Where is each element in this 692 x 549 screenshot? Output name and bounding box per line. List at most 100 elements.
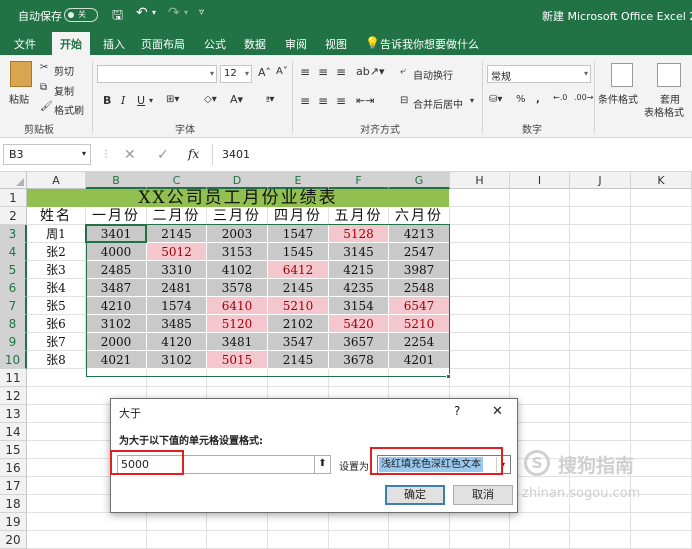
borders-icon[interactable]: ⊞▾ (166, 94, 179, 105)
tab-review[interactable]: 审阅 (285, 36, 307, 52)
value-cell[interactable]: 4120 (147, 333, 207, 351)
row-header-8[interactable]: 8 (0, 315, 27, 333)
value-cell[interactable]: 3102 (147, 351, 207, 369)
percent-button[interactable]: % (516, 94, 526, 105)
value-cell[interactable]: 3145 (329, 243, 389, 261)
value-cell[interactable]: 2000 (86, 333, 147, 351)
align-top-icon[interactable]: ≡ (300, 65, 310, 79)
value-cell[interactable]: 1547 (268, 225, 329, 243)
value-cell[interactable]: 2102 (268, 315, 329, 333)
paste-button[interactable]: 粘贴 (9, 91, 29, 106)
formula-input[interactable]: 3401 (222, 148, 250, 161)
collapse-dialog-icon[interactable]: ⬆ (314, 456, 330, 473)
copy-button[interactable]: 复制 (54, 83, 74, 98)
row-header-6[interactable]: 6 (0, 279, 27, 297)
name-cell[interactable]: 张5 (27, 297, 86, 315)
decrease-font-icon[interactable]: A˅ (276, 66, 288, 77)
tab-data[interactable]: 数据 (244, 36, 266, 52)
value-cell[interactable]: 3310 (147, 261, 207, 279)
decrease-decimal-icon[interactable]: .00→ (574, 93, 593, 102)
indent-icon[interactable]: ⇤⇥ (356, 94, 374, 107)
insert-function-icon[interactable]: fx (188, 147, 199, 161)
value-cell[interactable]: 6410 (207, 297, 268, 315)
value-cell[interactable]: 2485 (86, 261, 147, 279)
value-cell[interactable]: 4210 (86, 297, 147, 315)
value-cell[interactable]: 5210 (389, 315, 450, 333)
table-format-button-line2[interactable]: 表格格式 (644, 104, 684, 119)
align-bottom-icon[interactable]: ≡ (336, 65, 346, 79)
value-cell[interactable]: 3401 (86, 225, 147, 243)
value-cell[interactable]: 3102 (86, 315, 147, 333)
row-header-1[interactable]: 1 (0, 189, 27, 207)
value-cell[interactable]: 3657 (329, 333, 389, 351)
value-cell[interactable]: 3481 (207, 333, 268, 351)
header-cell[interactable]: 一月份 (86, 207, 147, 225)
value-cell[interactable]: 3678 (329, 351, 389, 369)
value-cell[interactable]: 5128 (329, 225, 389, 243)
fill-color-icon[interactable]: ◇▾ (204, 94, 217, 105)
column-header-d[interactable]: D (207, 172, 268, 189)
value-cell[interactable]: 1545 (268, 243, 329, 261)
row-header-13[interactable]: 13 (0, 405, 27, 423)
font-name-input[interactable]: ▾ (97, 65, 217, 83)
header-cell[interactable]: 五月份 (329, 207, 389, 225)
italic-button[interactable]: I (121, 94, 125, 107)
align-middle-icon[interactable]: ≡ (318, 65, 328, 79)
value-cell[interactable]: 5015 (207, 351, 268, 369)
value-cell[interactable]: 2145 (147, 225, 207, 243)
table-format-icon[interactable] (657, 63, 681, 87)
column-header-c[interactable]: C (147, 172, 207, 189)
column-header-j[interactable]: J (570, 172, 631, 189)
row-header-11[interactable]: 11 (0, 369, 27, 387)
cut-icon[interactable]: ✂ (40, 62, 48, 73)
value-cell[interactable]: 3547 (268, 333, 329, 351)
value-cell[interactable]: 2145 (268, 351, 329, 369)
customize-qat-icon[interactable]: ▿ (199, 7, 204, 18)
merge-center-button[interactable]: 合并后居中 (413, 96, 463, 111)
value-cell[interactable]: 6412 (268, 261, 329, 279)
value-cell[interactable]: 3485 (147, 315, 207, 333)
underline-button[interactable]: U (137, 94, 145, 107)
value-cell[interactable]: 2481 (147, 279, 207, 297)
merge-dropdown-icon[interactable]: ▾ (470, 96, 474, 105)
fill-handle[interactable] (446, 374, 451, 379)
value-cell[interactable]: 3578 (207, 279, 268, 297)
select-all-corner[interactable] (0, 172, 27, 189)
tab-file[interactable]: 文件 (14, 36, 36, 52)
tab-home[interactable]: 开始 (52, 32, 90, 55)
accounting-format-icon[interactable]: ⛁▾ (489, 94, 502, 105)
value-cell[interactable]: 4000 (86, 243, 147, 261)
row-header-18[interactable]: 18 (0, 495, 27, 513)
row-header-12[interactable]: 12 (0, 387, 27, 405)
column-header-a[interactable]: A (27, 172, 86, 189)
cancel-button[interactable]: 取消 (453, 485, 513, 505)
value-cell[interactable]: 5420 (329, 315, 389, 333)
help-button[interactable]: ? (454, 404, 460, 418)
wrap-text-button[interactable]: 自动换行 (413, 67, 453, 82)
value-cell[interactable]: 5120 (207, 315, 268, 333)
conditional-format-icon[interactable] (611, 63, 633, 87)
paste-icon[interactable] (10, 61, 32, 87)
orientation-icon[interactable]: ab↗▾ (356, 65, 384, 78)
row-header-9[interactable]: 9 (0, 333, 27, 351)
close-button[interactable]: ✕ (492, 404, 503, 419)
row-header-19[interactable]: 19 (0, 513, 27, 531)
header-cell[interactable]: 二月份 (147, 207, 207, 225)
value-cell[interactable]: 3987 (389, 261, 450, 279)
name-box[interactable]: B3 ▾ (3, 144, 91, 165)
tell-me-search[interactable]: 告诉我你想要做什么 (380, 36, 479, 52)
row-header-15[interactable]: 15 (0, 441, 27, 459)
name-cell[interactable]: 张2 (27, 243, 86, 261)
row-header-4[interactable]: 4 (0, 243, 27, 261)
value-cell[interactable]: 4102 (207, 261, 268, 279)
column-header-i[interactable]: I (510, 172, 570, 189)
font-color-icon[interactable]: A▾ (230, 93, 243, 106)
autosave-toggle[interactable]: 关 (64, 8, 98, 22)
name-cell[interactable]: 张4 (27, 279, 86, 297)
increase-font-icon[interactable]: A˄ (258, 66, 271, 79)
value-cell[interactable]: 4215 (329, 261, 389, 279)
column-header-e[interactable]: E (268, 172, 329, 189)
row-header-14[interactable]: 14 (0, 423, 27, 441)
tab-insert[interactable]: 插入 (103, 36, 125, 52)
align-right-icon[interactable]: ≡ (336, 94, 346, 108)
